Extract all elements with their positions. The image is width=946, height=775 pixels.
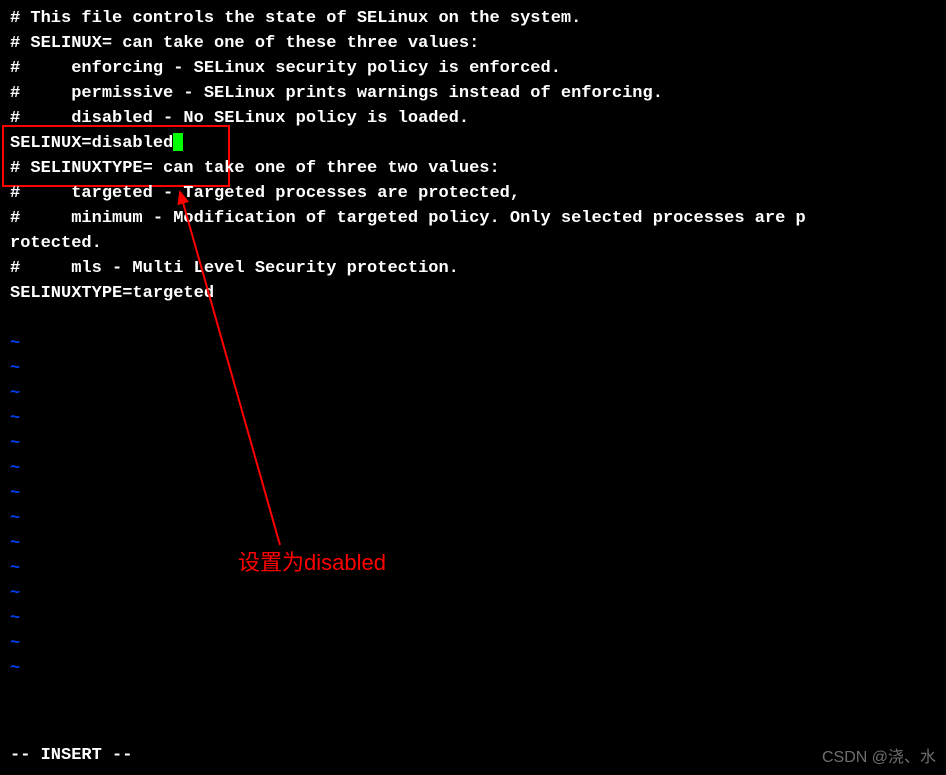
vim-mode-status: -- INSERT -- xyxy=(10,746,132,765)
file-line: SELINUX=disabled xyxy=(10,131,936,156)
file-line: # permissive - SELinux prints warnings i… xyxy=(10,81,936,106)
vim-empty-line-tilde: ~ xyxy=(10,481,936,506)
vim-empty-line-tilde: ~ xyxy=(10,331,936,356)
file-line: # SELINUXTYPE= can take one of three two… xyxy=(10,156,936,181)
watermark: CSDN @浇、水 xyxy=(822,743,936,767)
terminal-content[interactable]: # This file controls the state of SELinu… xyxy=(0,0,946,687)
vim-empty-line-tilde: ~ xyxy=(10,556,936,581)
vim-empty-line-tilde: ~ xyxy=(10,406,936,431)
file-line: # SELINUX= can take one of these three v… xyxy=(10,31,936,56)
vim-empty-line-tilde: ~ xyxy=(10,431,936,456)
file-line: # targeted - Targeted processes are prot… xyxy=(10,181,936,206)
vim-empty-line-tilde: ~ xyxy=(10,656,936,681)
text-cursor xyxy=(173,133,183,151)
file-line: # mls - Multi Level Security protection. xyxy=(10,256,936,281)
file-line: rotected. xyxy=(10,231,936,256)
file-line: # disabled - No SELinux policy is loaded… xyxy=(10,106,936,131)
vim-empty-line-tilde: ~ xyxy=(10,356,936,381)
file-line: # enforcing - SELinux security policy is… xyxy=(10,56,936,81)
file-line: # This file controls the state of SELinu… xyxy=(10,6,936,31)
vim-empty-line-tilde: ~ xyxy=(10,631,936,656)
file-line xyxy=(10,306,936,331)
vim-empty-line-tilde: ~ xyxy=(10,456,936,481)
file-line: # minimum - Modification of targeted pol… xyxy=(10,206,936,231)
vim-empty-line-tilde: ~ xyxy=(10,531,936,556)
vim-empty-line-tilde: ~ xyxy=(10,381,936,406)
vim-empty-line-tilde: ~ xyxy=(10,506,936,531)
vim-empty-line-tilde: ~ xyxy=(10,606,936,631)
annotation-text: 设置为disabled xyxy=(238,545,386,577)
file-line: SELINUXTYPE=targeted xyxy=(10,281,936,306)
vim-empty-line-tilde: ~ xyxy=(10,581,936,606)
